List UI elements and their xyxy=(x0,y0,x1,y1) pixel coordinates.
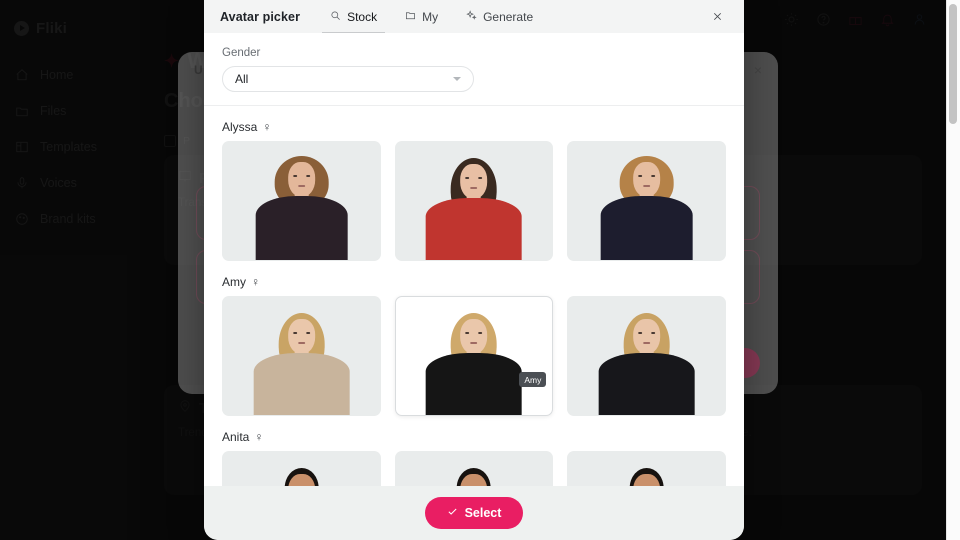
avatar-list[interactable]: Alyssa ♀ Amy ♀ Amy Anita ♀ xyxy=(204,106,744,486)
avatar-tooltip: Amy xyxy=(519,372,547,387)
avatar-group: Amy ♀ Amy xyxy=(222,261,726,416)
avatar-figure xyxy=(223,142,380,260)
avatar-grid xyxy=(222,141,726,261)
avatar-group-name: Amy ♀ xyxy=(222,275,726,289)
avatar-eyes xyxy=(638,332,656,334)
avatar-figure xyxy=(568,452,725,486)
search-icon xyxy=(330,10,341,24)
avatar-group-label: Amy xyxy=(222,275,246,289)
avatar-grid xyxy=(222,451,726,486)
folder-icon xyxy=(405,10,416,24)
avatar-body xyxy=(425,198,522,260)
select-button-label: Select xyxy=(464,506,502,520)
avatar-lips xyxy=(470,342,478,344)
avatar-figure xyxy=(568,297,725,415)
filter-bar: Gender All xyxy=(204,33,744,106)
gender-select-value: All xyxy=(235,72,249,86)
tab-my[interactable]: My xyxy=(391,0,452,33)
avatar-picker-modal: Avatar picker Stock My Generate Gender A… xyxy=(204,0,744,540)
avatar-body xyxy=(600,196,693,260)
avatar-eyes xyxy=(465,332,483,334)
avatar-figure xyxy=(396,142,553,260)
avatar-group-name: Anita ♀ xyxy=(222,430,726,444)
avatar-card[interactable] xyxy=(222,451,381,486)
avatar-eyes xyxy=(292,175,310,177)
avatar-body xyxy=(255,196,348,260)
page-scrollbar-thumb[interactable] xyxy=(949,4,957,124)
tab-stock[interactable]: Stock xyxy=(316,0,391,33)
modal-header: Avatar picker Stock My Generate xyxy=(204,0,744,33)
avatar-figure xyxy=(396,297,553,415)
avatar-lips xyxy=(470,187,478,189)
tab-label: My xyxy=(422,9,439,24)
tab-generate[interactable]: Generate xyxy=(452,0,547,33)
avatar-card[interactable] xyxy=(567,296,726,416)
modal-footer: Select xyxy=(204,486,744,540)
avatar-body xyxy=(598,353,695,415)
modal-title: Avatar picker xyxy=(220,9,301,24)
check-icon xyxy=(447,506,458,520)
gender-select[interactable]: All xyxy=(222,66,474,92)
gender-symbol-icon: ♀ xyxy=(262,120,272,134)
select-button[interactable]: Select xyxy=(424,497,524,529)
chevron-down-icon xyxy=(453,77,461,81)
avatar-eyes xyxy=(638,175,656,177)
gender-filter-label: Gender xyxy=(222,47,261,59)
avatar-group-label: Anita xyxy=(222,430,250,444)
background-modal-title: U xyxy=(194,63,203,77)
avatar-card[interactable] xyxy=(222,141,381,261)
tab-label: Generate xyxy=(483,9,534,24)
avatar-lips xyxy=(643,185,651,187)
avatar-lips xyxy=(643,342,651,344)
avatar-figure xyxy=(223,297,380,415)
avatar-lips xyxy=(297,342,305,344)
avatar-figure xyxy=(568,142,725,260)
modal-tabs: Stock My Generate xyxy=(316,0,547,33)
avatar-body xyxy=(425,353,522,415)
avatar-card[interactable] xyxy=(222,296,381,416)
avatar-figure xyxy=(223,452,380,486)
avatar-card[interactable] xyxy=(394,141,554,261)
avatar-group-name: Alyssa ♀ xyxy=(222,120,726,134)
avatar-card[interactable]: Amy xyxy=(394,296,554,416)
close-icon[interactable]: × xyxy=(754,62,762,78)
avatar-lips xyxy=(297,185,305,187)
sparkle-icon xyxy=(466,9,477,24)
avatar-eyes xyxy=(292,332,310,334)
avatar-eyes xyxy=(465,177,483,179)
close-icon[interactable] xyxy=(704,0,730,33)
avatar-group: Alyssa ♀ xyxy=(222,106,726,261)
gender-symbol-icon: ♀ xyxy=(251,275,260,289)
avatar-card[interactable] xyxy=(567,141,726,261)
avatar-card[interactable] xyxy=(394,451,554,486)
gender-symbol-icon: ♀ xyxy=(254,430,264,444)
avatar-card[interactable] xyxy=(567,451,726,486)
tab-label: Stock xyxy=(347,9,378,24)
page-scrollbar[interactable] xyxy=(946,0,960,540)
avatar-group: Anita ♀ xyxy=(222,416,726,486)
avatar-figure xyxy=(396,452,553,486)
avatar-body xyxy=(253,353,350,415)
avatar-grid: Amy xyxy=(222,296,726,416)
avatar-group-label: Alyssa xyxy=(222,120,258,134)
